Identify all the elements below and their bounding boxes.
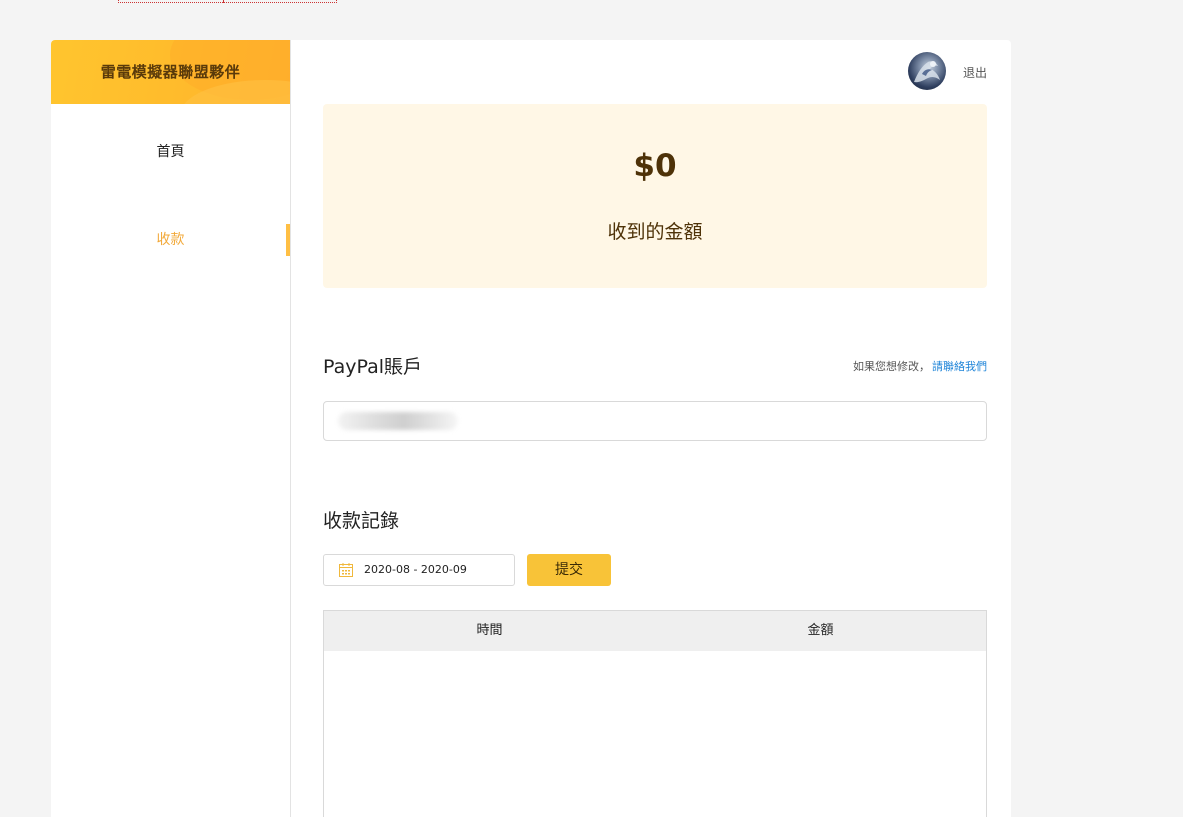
records-table: 時間 金額	[323, 610, 987, 817]
paypal-section-title: PayPal賬戶	[323, 356, 423, 378]
modify-hint-text: 如果您想修改，	[853, 360, 930, 373]
brand-title: 雷電模擬器聯盟夥伴	[100, 63, 241, 81]
received-amount-value: $0	[633, 148, 677, 184]
sidebar-item-label: 首頁	[156, 144, 185, 160]
top-selection-marker	[118, 0, 337, 3]
logout-link[interactable]: 退出	[963, 64, 987, 81]
sidebar-item-home[interactable]: 首頁	[51, 136, 290, 168]
contact-us-link[interactable]: 請聯絡我們	[932, 360, 987, 373]
avatar[interactable]	[908, 52, 946, 90]
paypal-account-field	[323, 401, 987, 441]
modify-hint: 如果您想修改， 請聯絡我們	[853, 358, 987, 374]
avatar-image	[914, 61, 940, 83]
sidebar-item-label: 收款	[156, 232, 185, 248]
sidebar-item-collection[interactable]: 收款	[51, 224, 290, 256]
sidebar: 雷電模擬器聯盟夥伴 首頁 收款	[51, 40, 291, 817]
date-range-picker[interactable]: 2020-08 - 2020-09	[323, 554, 515, 586]
date-range-value: 2020-08 - 2020-09	[364, 563, 467, 576]
redacted-account-value	[338, 412, 458, 430]
calendar-icon	[339, 563, 353, 577]
top-selection-marker-divider	[223, 0, 224, 2]
column-header-time: 時間	[476, 623, 503, 638]
app-window: 雷電模擬器聯盟夥伴 首頁 收款 退出 $0 收到的金額 PayPal賬戶 如果您…	[51, 40, 1011, 817]
active-indicator	[286, 224, 290, 256]
submit-button[interactable]: 提交	[527, 554, 611, 586]
main-content: 退出 $0 收到的金額 PayPal賬戶 如果您想修改，請聯絡我們 收款記錄	[291, 40, 1011, 817]
brand-header: 雷電模擬器聯盟夥伴	[51, 40, 290, 104]
received-amount-label: 收到的金額	[607, 221, 703, 243]
received-amount-card: $0 收到的金額	[323, 104, 987, 288]
table-header: 時間 金額	[324, 611, 986, 651]
column-header-amount: 金額	[807, 623, 834, 638]
records-section-title: 收款記錄	[323, 510, 400, 532]
